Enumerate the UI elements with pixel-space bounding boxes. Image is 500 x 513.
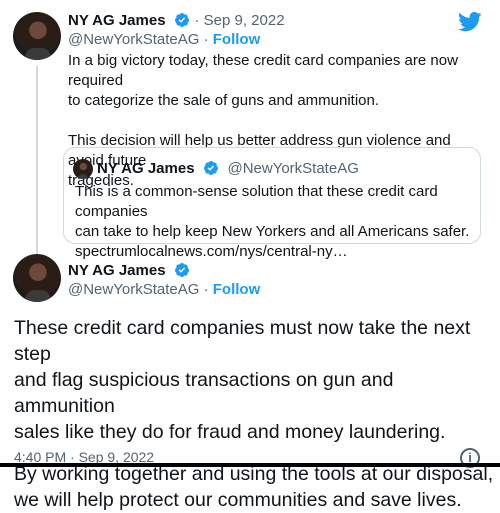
tweet-text-line: to categorize the sale of guns and ammun… xyxy=(68,92,380,109)
divider xyxy=(0,463,500,467)
twitter-bird-icon[interactable] xyxy=(458,12,482,32)
tweet-text-line: we will help protect our communities and… xyxy=(14,489,462,511)
quote-avatar xyxy=(73,159,93,179)
tweet2-body: These credit card companies must now tak… xyxy=(14,315,494,513)
tweet2-handle-row: @NewYorkStateAG · Follow xyxy=(68,281,260,299)
tweet-date[interactable]: · Sep 9, 2022 xyxy=(194,12,284,29)
avatar[interactable] xyxy=(13,12,61,60)
quote-text-line: This is a common-sense solution that the… xyxy=(75,183,438,220)
author-handle[interactable]: @NewYorkStateAG xyxy=(68,31,199,48)
thread-connector xyxy=(36,66,38,254)
author-handle[interactable]: @NewYorkStateAG xyxy=(68,281,199,298)
quoted-tweet[interactable]: NY AG James @NewYorkStateAG This is a co… xyxy=(63,147,481,260)
quote-author-name: NY AG James xyxy=(97,160,195,177)
quote-text-line: can take to help keep New Yorkers and al… xyxy=(75,223,470,240)
tweet1-handle-row: @NewYorkStateAG · Follow xyxy=(68,31,260,49)
tweet-text-line: In a big victory today, these credit car… xyxy=(68,52,458,89)
follow-button[interactable]: Follow xyxy=(213,281,261,298)
follow-button[interactable]: Follow xyxy=(213,31,261,48)
separator: · xyxy=(199,281,213,298)
quote-body: This is a common-sense solution that the… xyxy=(75,182,475,262)
author-name[interactable]: NY AG James xyxy=(68,262,166,279)
tweet2-header: NY AG James xyxy=(68,262,190,280)
verified-badge-icon xyxy=(175,13,190,27)
author-name[interactable]: NY AG James xyxy=(68,12,166,29)
verified-badge-icon xyxy=(175,263,190,277)
separator: · xyxy=(199,31,213,48)
tweet-text-line: sales like they do for fraud and money l… xyxy=(14,421,446,443)
tweet-text-line: and flag suspicious transactions on gun … xyxy=(14,369,394,417)
quote-link[interactable]: spectrumlocalnews.com/nys/central-ny… xyxy=(75,242,475,262)
quote-author-handle: @NewYorkStateAG xyxy=(227,160,359,177)
verified-badge-icon xyxy=(204,161,219,175)
avatar[interactable] xyxy=(13,254,61,302)
tweet1-header: NY AG James · Sep 9, 2022 xyxy=(68,12,285,30)
tweet-text-line: These credit card companies must now tak… xyxy=(14,317,471,365)
quote-header: NY AG James @NewYorkStateAG xyxy=(97,160,359,178)
